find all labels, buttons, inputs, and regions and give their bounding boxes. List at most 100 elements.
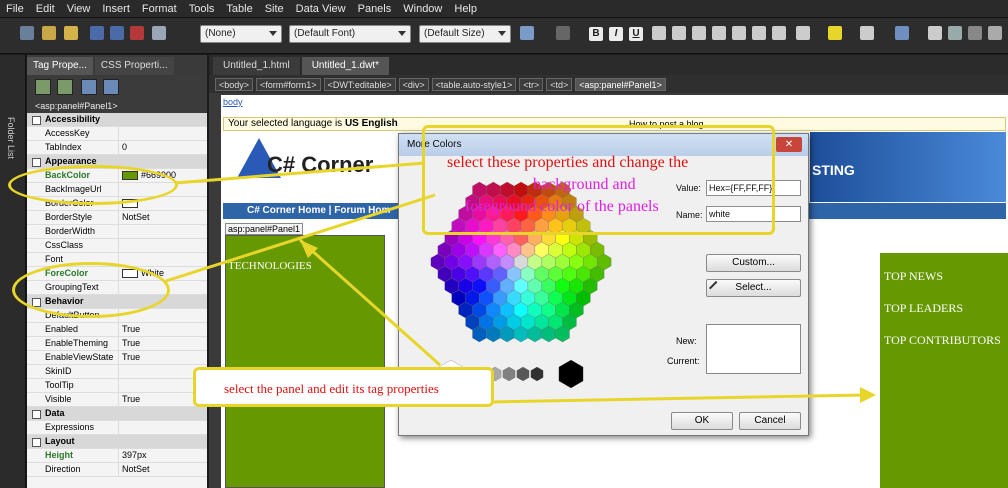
- menu-item-window[interactable]: Window: [403, 3, 442, 15]
- font-color-icon[interactable]: [860, 26, 874, 40]
- right-green-panel[interactable]: TOP NEWS TOP LEADERS TOP CONTRIBUTORS: [880, 253, 1008, 488]
- tab-css-properties[interactable]: CSS Properti...: [94, 57, 174, 75]
- property-value[interactable]: [119, 239, 207, 252]
- property-value[interactable]: [119, 225, 207, 238]
- align-right-icon[interactable]: [692, 26, 706, 40]
- align-left-icon[interactable]: [652, 26, 666, 40]
- property-row[interactable]: TabIndex 0: [27, 141, 207, 155]
- table-icon[interactable]: [895, 26, 909, 40]
- preview-icon[interactable]: [152, 26, 166, 40]
- bold-button[interactable]: B: [589, 27, 603, 41]
- property-name: TabIndex: [27, 141, 119, 154]
- sp-icon[interactable]: [130, 26, 144, 40]
- tag-chip[interactable]: <form#form1>: [256, 77, 321, 91]
- close-icon[interactable]: ✕: [776, 137, 802, 152]
- property-row[interactable]: Expressions: [27, 421, 207, 435]
- alphabetical-icon[interactable]: [57, 79, 73, 95]
- folder-icon[interactable]: [64, 26, 78, 40]
- bullet-list-icon[interactable]: [752, 26, 766, 40]
- menu-item-format[interactable]: Format: [142, 3, 177, 15]
- property-value[interactable]: [119, 253, 207, 266]
- property-value[interactable]: [119, 421, 207, 434]
- menu-item-panels[interactable]: Panels: [358, 3, 392, 15]
- undo-icon[interactable]: [520, 26, 534, 40]
- property-row[interactable]: AccessKey: [27, 127, 207, 141]
- menu-item-insert[interactable]: Insert: [102, 3, 130, 15]
- tab-tag-properties[interactable]: Tag Prope...: [27, 57, 93, 75]
- tag-chip[interactable]: <asp:panel#Panel1>: [575, 77, 666, 91]
- property-value[interactable]: 0: [119, 141, 207, 154]
- menu-item-edit[interactable]: Edit: [36, 3, 55, 15]
- property-value[interactable]: True: [119, 351, 207, 364]
- menu-item-tools[interactable]: Tools: [189, 3, 215, 15]
- categorized-icon[interactable]: [35, 79, 51, 95]
- property-value[interactable]: [119, 127, 207, 140]
- property-row[interactable]: Enabled True: [27, 323, 207, 337]
- borders-icon[interactable]: [796, 26, 810, 40]
- tab-untitled-dwt[interactable]: Untitled_1.dwt*: [301, 57, 389, 75]
- numbered-list-icon[interactable]: [732, 26, 746, 40]
- preview-browser-icon[interactable]: [988, 26, 1002, 40]
- property-row[interactable]: CssClass: [27, 239, 207, 253]
- show-events-icon[interactable]: [103, 79, 119, 95]
- justify-icon[interactable]: [712, 26, 726, 40]
- italic-button[interactable]: I: [609, 27, 623, 41]
- property-row[interactable]: EnableTheming True: [27, 337, 207, 351]
- property-name: AccessKey: [27, 127, 119, 140]
- save-icon[interactable]: [90, 26, 104, 40]
- tab-untitled-html[interactable]: Untitled_1.html: [213, 57, 300, 75]
- open-icon[interactable]: [42, 26, 56, 40]
- align-center-icon[interactable]: [672, 26, 686, 40]
- property-value[interactable]: NotSet: [119, 211, 207, 224]
- tag-chip[interactable]: <td>: [546, 77, 573, 91]
- menu-item-data-view[interactable]: Data View: [296, 3, 346, 15]
- highlight-icon[interactable]: [828, 26, 842, 40]
- ok-button[interactable]: OK: [671, 412, 733, 430]
- property-value[interactable]: NotSet: [119, 463, 207, 476]
- layers-icon[interactable]: [928, 26, 942, 40]
- tag-chip[interactable]: <body>: [215, 77, 254, 91]
- property-name: ToolTip: [27, 379, 119, 392]
- property-row[interactable]: ToolTip: [27, 379, 207, 393]
- show-set-properties-icon[interactable]: [81, 79, 97, 95]
- property-value[interactable]: True: [119, 337, 207, 350]
- tag-chip[interactable]: <table.auto-style1>: [431, 77, 517, 91]
- custom-button[interactable]: Custom...: [706, 254, 801, 272]
- menu-item-file[interactable]: File: [6, 3, 24, 15]
- cancel-button[interactable]: Cancel: [739, 412, 801, 430]
- font-select[interactable]: (Default Font): [289, 25, 411, 43]
- underline-button[interactable]: U: [629, 27, 643, 41]
- menu-item-table[interactable]: Table: [226, 3, 252, 15]
- property-row[interactable]: Direction NotSet: [27, 463, 207, 477]
- property-row[interactable]: Height 397px: [27, 449, 207, 463]
- redo-icon[interactable]: [556, 26, 570, 40]
- tag-chip[interactable]: <DWT:editable>: [323, 77, 396, 91]
- menu-item-view[interactable]: View: [67, 3, 91, 15]
- property-row[interactable]: BorderStyle NotSet: [27, 211, 207, 225]
- property-category[interactable]: Data: [27, 407, 207, 421]
- folder-list-strip[interactable]: Folder List: [0, 55, 26, 488]
- tag-chip[interactable]: <tr>: [519, 77, 544, 91]
- menu-item-site[interactable]: Site: [265, 3, 284, 15]
- left-green-panel[interactable]: TECHNOLOGIES: [225, 235, 385, 488]
- property-row[interactable]: SkinID: [27, 365, 207, 379]
- media-icon[interactable]: [968, 26, 982, 40]
- callout-line-2: background and: [533, 176, 636, 193]
- save-all-icon[interactable]: [110, 26, 124, 40]
- callout-line-1: select these properties and change the: [447, 154, 689, 171]
- property-category[interactable]: Accessibility: [27, 113, 207, 127]
- property-row[interactable]: EnableViewState True: [27, 351, 207, 365]
- property-row[interactable]: BorderWidth: [27, 225, 207, 239]
- property-category[interactable]: Layout: [27, 435, 207, 449]
- size-select[interactable]: (Default Size): [419, 25, 511, 43]
- new-icon[interactable]: [20, 26, 34, 40]
- property-value[interactable]: True: [119, 323, 207, 336]
- property-name: Height: [27, 449, 119, 462]
- property-row[interactable]: Visible True: [27, 393, 207, 407]
- menu-item-help[interactable]: Help: [454, 3, 477, 15]
- outdent-icon[interactable]: [772, 26, 786, 40]
- property-value[interactable]: 397px: [119, 449, 207, 462]
- tag-chip[interactable]: <div>: [398, 77, 429, 91]
- style-select[interactable]: (None): [200, 25, 282, 43]
- image-icon[interactable]: [948, 26, 962, 40]
